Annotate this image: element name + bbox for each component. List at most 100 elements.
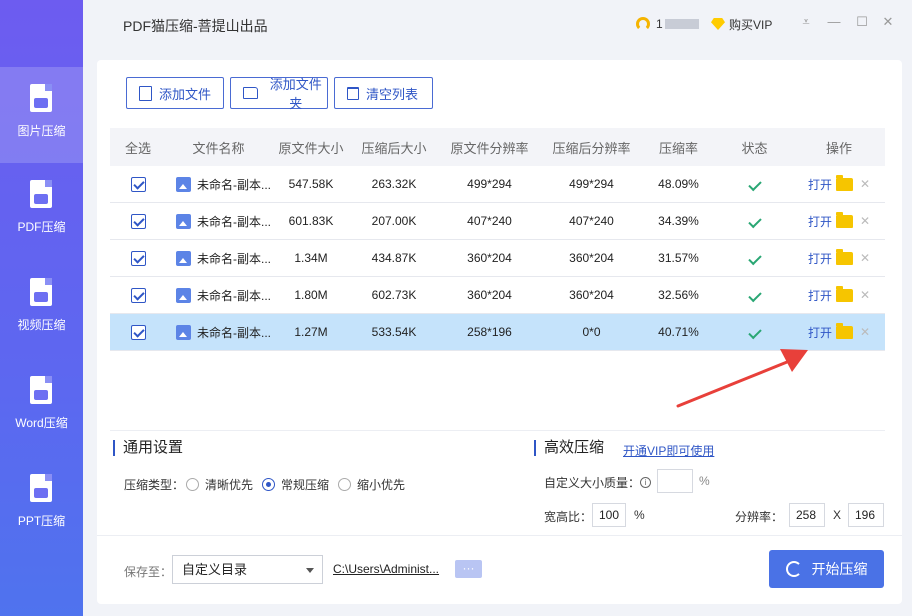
open-link[interactable]: 打开 [808, 287, 832, 304]
operations-cell: 打开 ✕ [793, 211, 885, 230]
compressed-resolution: 0*0 [582, 325, 601, 339]
sidebar-item-image-compress[interactable]: 图片压缩 [0, 67, 83, 163]
resolution-height-input[interactable] [848, 503, 884, 527]
start-compress-button[interactable]: 开始压缩 [769, 550, 884, 588]
compressed-resolution: 499*294 [569, 177, 614, 191]
sidebar-item-video-compress[interactable]: 视频压缩 [0, 261, 83, 357]
compressed-resolution: 360*204 [569, 251, 614, 265]
quality-input[interactable] [657, 469, 693, 493]
title-bar: PDF猫压缩-菩提山出品 1 购买VIP ⩡ — ☐ ✕ [83, 0, 912, 48]
open-link[interactable]: 打开 [808, 250, 832, 267]
save-to-label: 保存至： [124, 565, 173, 579]
sidebar-item-word-compress[interactable]: Word压缩 [0, 359, 83, 455]
open-link[interactable]: 打开 [808, 213, 832, 230]
success-check-icon [747, 288, 762, 303]
select-all[interactable]: 全选 [110, 138, 166, 157]
file-table: 全选 文件名称 原文件大小 压缩后大小 原文件分辨率 压缩后分辨率 压缩率 状态… [110, 128, 885, 351]
sidebar-item-pdf-compress[interactable]: PDF压缩 [0, 163, 83, 259]
image-file-icon [176, 250, 191, 266]
compression-rate: 31.57% [658, 251, 699, 265]
folder-icon[interactable] [835, 211, 853, 228]
remove-icon[interactable]: ✕ [860, 325, 870, 339]
original-size: 601.83K [288, 214, 334, 228]
row-checkbox[interactable] [130, 213, 146, 229]
table-row[interactable]: 未命名-副本... 1.34M 434.87K 360*204 360*204 31.57… [110, 240, 885, 277]
clear-list-button[interactable]: 清空列表 [334, 77, 433, 109]
compressed-resolution: 360*204 [569, 288, 614, 302]
radio-normal-compress[interactable]: 常规压缩 [262, 476, 329, 493]
image-file-icon [30, 84, 52, 112]
general-settings-title: 通用设置 [113, 440, 183, 456]
row-checkbox[interactable] [130, 176, 146, 192]
buy-vip-button[interactable]: 购买VIP [711, 15, 772, 33]
file-name: 未命名-副本... [197, 214, 271, 229]
row-checkbox[interactable] [130, 287, 146, 303]
operations-cell: 打开 ✕ [793, 285, 885, 304]
user-name-redacted [664, 19, 699, 29]
aspect-ratio-label: 宽高比： [544, 510, 593, 524]
file-name-cell: 未命名-副本... [166, 287, 271, 304]
resolution-width-input[interactable] [789, 503, 825, 527]
original-resolution: 499*294 [467, 177, 512, 191]
row-checkbox-cell [110, 176, 166, 192]
remove-icon[interactable]: ✕ [860, 214, 870, 228]
column-header: 文件名称 [192, 140, 245, 156]
original-resolution: 258*196 [467, 325, 512, 339]
folder-icon[interactable] [835, 248, 853, 265]
compressed-size: 207.00K [371, 214, 417, 228]
row-checkbox[interactable] [130, 324, 146, 340]
browse-path-button[interactable]: ··· [455, 560, 482, 578]
file-name-cell: 未命名-副本... [166, 250, 271, 267]
user-account[interactable]: 1 [636, 15, 699, 33]
column-header: 压缩后大小 [361, 140, 427, 156]
compress-type-label: 压缩类型： [124, 478, 185, 492]
compression-rate: 32.56% [658, 288, 699, 302]
maximize-icon[interactable]: ☐ [855, 14, 869, 30]
add-file-label: 添加文件 [159, 86, 212, 102]
table-header: 全选 文件名称 原文件大小 压缩后大小 原文件分辨率 压缩后分辨率 压缩率 状态… [110, 128, 885, 166]
add-file-button[interactable]: 添加文件 [126, 77, 224, 109]
close-window-icon[interactable]: ✕ [881, 14, 895, 30]
radio-label: 缩小优先 [357, 478, 406, 492]
remove-icon[interactable]: ✕ [860, 288, 870, 302]
menu-icon[interactable]: ⩡ [799, 14, 813, 30]
folder-icon[interactable] [835, 285, 853, 302]
aspect-ratio-input[interactable] [592, 503, 626, 527]
radio-clarity-first[interactable]: 清晰优先 [186, 476, 253, 493]
radio-button [186, 478, 199, 491]
row-checkbox[interactable] [130, 250, 146, 266]
info-icon[interactable]: i [640, 474, 651, 488]
open-link[interactable]: 打开 [808, 176, 832, 193]
column-header: 原文件分辨率 [450, 140, 529, 156]
row-checkbox-cell [110, 213, 166, 229]
open-link[interactable]: 打开 [808, 324, 832, 341]
save-location-select[interactable]: 自定义目录 [172, 555, 323, 584]
row-checkbox-cell [110, 250, 166, 266]
remove-icon[interactable]: ✕ [860, 177, 870, 191]
minimize-icon[interactable]: — [827, 14, 841, 30]
file-name: 未命名-副本... [197, 251, 271, 266]
table-row[interactable]: 未命名-副本... 547.58K 263.32K 499*294 499*294 48.… [110, 166, 885, 203]
radio-label: 清晰优先 [205, 478, 254, 492]
percent-sign: % [634, 508, 645, 522]
folder-icon[interactable] [835, 322, 853, 339]
open-vip-link[interactable]: 开通VIP即可使用 [623, 442, 714, 459]
output-path-link[interactable]: C:\Users\Administ... [333, 562, 439, 576]
table-row[interactable]: 未命名-副本... 601.83K 207.00K 407*240 407*240 34.… [110, 203, 885, 240]
user-icon [636, 17, 650, 31]
row-checkbox-cell [110, 287, 166, 303]
file-name-cell: 未命名-副本... [166, 213, 271, 230]
add-folder-button[interactable]: 添加文件夹 [230, 77, 328, 111]
compressed-resolution: 407*240 [569, 214, 614, 228]
remove-icon[interactable]: ✕ [860, 251, 870, 265]
sidebar-item-ppt-compress[interactable]: PPT压缩 [0, 457, 83, 553]
table-row[interactable]: 未命名-副本... 1.80M 602.73K 360*204 360*204 32.56… [110, 277, 885, 314]
original-size: 1.27M [294, 325, 328, 339]
folder-icon[interactable] [835, 174, 853, 191]
image-file-icon [176, 287, 191, 303]
operations-cell: 打开 ✕ [793, 322, 885, 341]
original-resolution: 360*204 [467, 288, 512, 302]
radio-size-first[interactable]: 缩小优先 [338, 476, 405, 493]
column-header: 状态 [741, 140, 768, 156]
table-row[interactable]: 未命名-副本... 1.27M 533.54K 258*196 0*0 40.71% 打开 ✕ [110, 314, 885, 351]
